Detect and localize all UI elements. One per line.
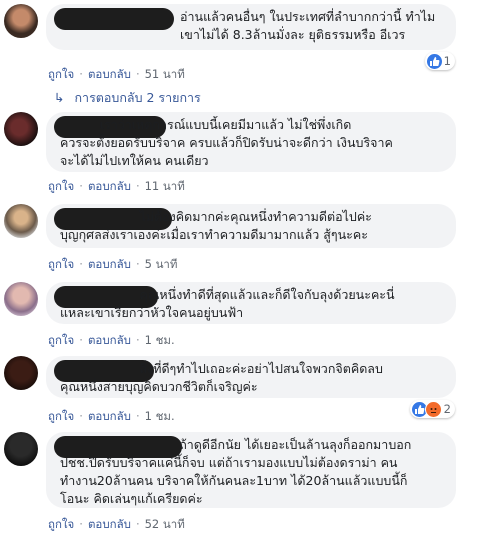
redacted-name xyxy=(54,8,174,30)
timestamp[interactable]: 52 นาที xyxy=(145,517,185,531)
reply-link[interactable]: ตอบกลับ xyxy=(88,179,131,193)
avatar[interactable] xyxy=(4,4,38,38)
comment-text: ถ้าดูดีอีกนัย ได้เยอะเป็นล้านลุงก็ออกมาบ… xyxy=(60,437,412,506)
reply-link[interactable]: ตอบกลับ xyxy=(88,333,131,347)
comment-actions: ถูกใจ · ตอบกลับ · 5 นาที xyxy=(48,257,178,271)
like-link[interactable]: ถูกใจ xyxy=(48,179,74,193)
comment-actions: ถูกใจ · ตอบกลับ · 11 นาที xyxy=(48,179,185,193)
timestamp[interactable]: 1 ชม. xyxy=(145,409,175,423)
timestamp[interactable]: 11 นาที xyxy=(145,179,185,193)
comment-2: เราว่าเหตุการณ์แบบนี้เคยมีมาแล้ว ไม่ใช่พ… xyxy=(0,112,481,193)
reaction-summary[interactable]: 1 xyxy=(424,52,455,70)
comment-text: อ่านแล้วคนอื่นๆ ในประเทศที่ลำบากกว่านี้ … xyxy=(180,9,436,42)
reply-arrow-icon: ↳ xyxy=(54,90,65,105)
avatar[interactable] xyxy=(4,282,38,316)
comment-actions: ถูกใจ · ตอบกลับ · 1 ชม. xyxy=(48,333,175,347)
comment-actions: ถูกใจ · ตอบกลับ · 51 นาที xyxy=(48,67,185,81)
comment-text: คุณหนึ่งทำดีที่สุดแล้วและก็ดีใจกับลุงด้ว… xyxy=(60,287,395,320)
comment-bubble: เราว่าเหตุการณ์แบบนี้เคยมีมาแล้ว ไม่ใช่พ… xyxy=(46,112,456,172)
comment-bubble: อ่านแล้วคนอื่นๆ ในประเทศที่ลำบากกว่านี้ … xyxy=(46,4,456,50)
comment-bubble: ไม่ต้องคิดมากค่ะคุณหนึ่งทำความดีต่อไปค่ะ… xyxy=(46,204,456,248)
like-reaction-icon xyxy=(426,53,442,69)
comment-bubble: คุณหนึ่งทำดีที่สุดแล้วและก็ดีใจกับลุงด้ว… xyxy=(46,282,456,324)
comment-actions: ถูกใจ · ตอบกลับ · 1 ชม. xyxy=(48,409,175,423)
angry-reaction-icon xyxy=(424,400,442,418)
avatar[interactable] xyxy=(4,204,38,238)
like-link[interactable]: ถูกใจ xyxy=(48,333,74,347)
avatar[interactable] xyxy=(4,432,38,466)
timestamp[interactable]: 51 นาที xyxy=(145,67,185,81)
comment-text: ไม่ต้องคิดมากค่ะคุณหนึ่งทำความดีต่อไปค่ะ… xyxy=(60,209,372,242)
comment-actions: ถูกใจ · ตอบกลับ · 52 นาที xyxy=(48,517,185,531)
like-link[interactable]: ถูกใจ xyxy=(48,517,74,531)
comment-text: สิ่งที่ดีๆทำไปเถอะค่ะอย่าไปสนใจพวกจิตคิด… xyxy=(60,361,383,394)
comment-text: เราว่าเหตุการณ์แบบนี้เคยมีมาแล้ว ไม่ใช่พ… xyxy=(60,117,393,168)
timestamp[interactable]: 1 ชม. xyxy=(145,333,175,347)
comment-bubble: สิ่งที่ดีๆทำไปเถอะค่ะอย่าไปสนใจพวกจิตคิด… xyxy=(46,356,456,398)
comment-1: อ่านแล้วคนอื่นๆ ในประเทศที่ลำบากกว่านี้ … xyxy=(0,2,481,82)
reaction-count: 1 xyxy=(443,54,451,68)
comment-6: ถ้าดูดีอีกนัย ได้เยอะเป็นล้านลุงก็ออกมาบ… xyxy=(0,432,481,531)
like-link[interactable]: ถูกใจ xyxy=(48,257,74,271)
reply-link[interactable]: ตอบกลับ xyxy=(88,409,131,423)
view-replies-link[interactable]: ↳ การตอบกลับ 2 รายการ xyxy=(54,88,201,108)
reply-link[interactable]: ตอบกลับ xyxy=(88,67,131,81)
avatar[interactable] xyxy=(4,112,38,146)
timestamp[interactable]: 5 นาที xyxy=(145,257,178,271)
reaction-count: 2 xyxy=(443,402,451,416)
comment-bubble: ถ้าดูดีอีกนัย ได้เยอะเป็นล้านลุงก็ออกมาบ… xyxy=(46,432,456,508)
comment-3: ไม่ต้องคิดมากค่ะคุณหนึ่งทำความดีต่อไปค่ะ… xyxy=(0,204,481,284)
avatar[interactable] xyxy=(4,356,38,390)
replies-label: การตอบกลับ 2 รายการ xyxy=(74,90,201,105)
like-link[interactable]: ถูกใจ xyxy=(48,409,74,423)
reply-link[interactable]: ตอบกลับ xyxy=(88,257,131,271)
comment-4: คุณหนึ่งทำดีที่สุดแล้วและก็ดีใจกับลุงด้ว… xyxy=(0,282,481,362)
reaction-summary[interactable]: 2 xyxy=(409,400,455,418)
reply-link[interactable]: ตอบกลับ xyxy=(88,517,131,531)
comment-5: สิ่งที่ดีๆทำไปเถอะค่ะอย่าไปสนใจพวกจิตคิด… xyxy=(0,356,481,436)
like-link[interactable]: ถูกใจ xyxy=(48,67,74,81)
